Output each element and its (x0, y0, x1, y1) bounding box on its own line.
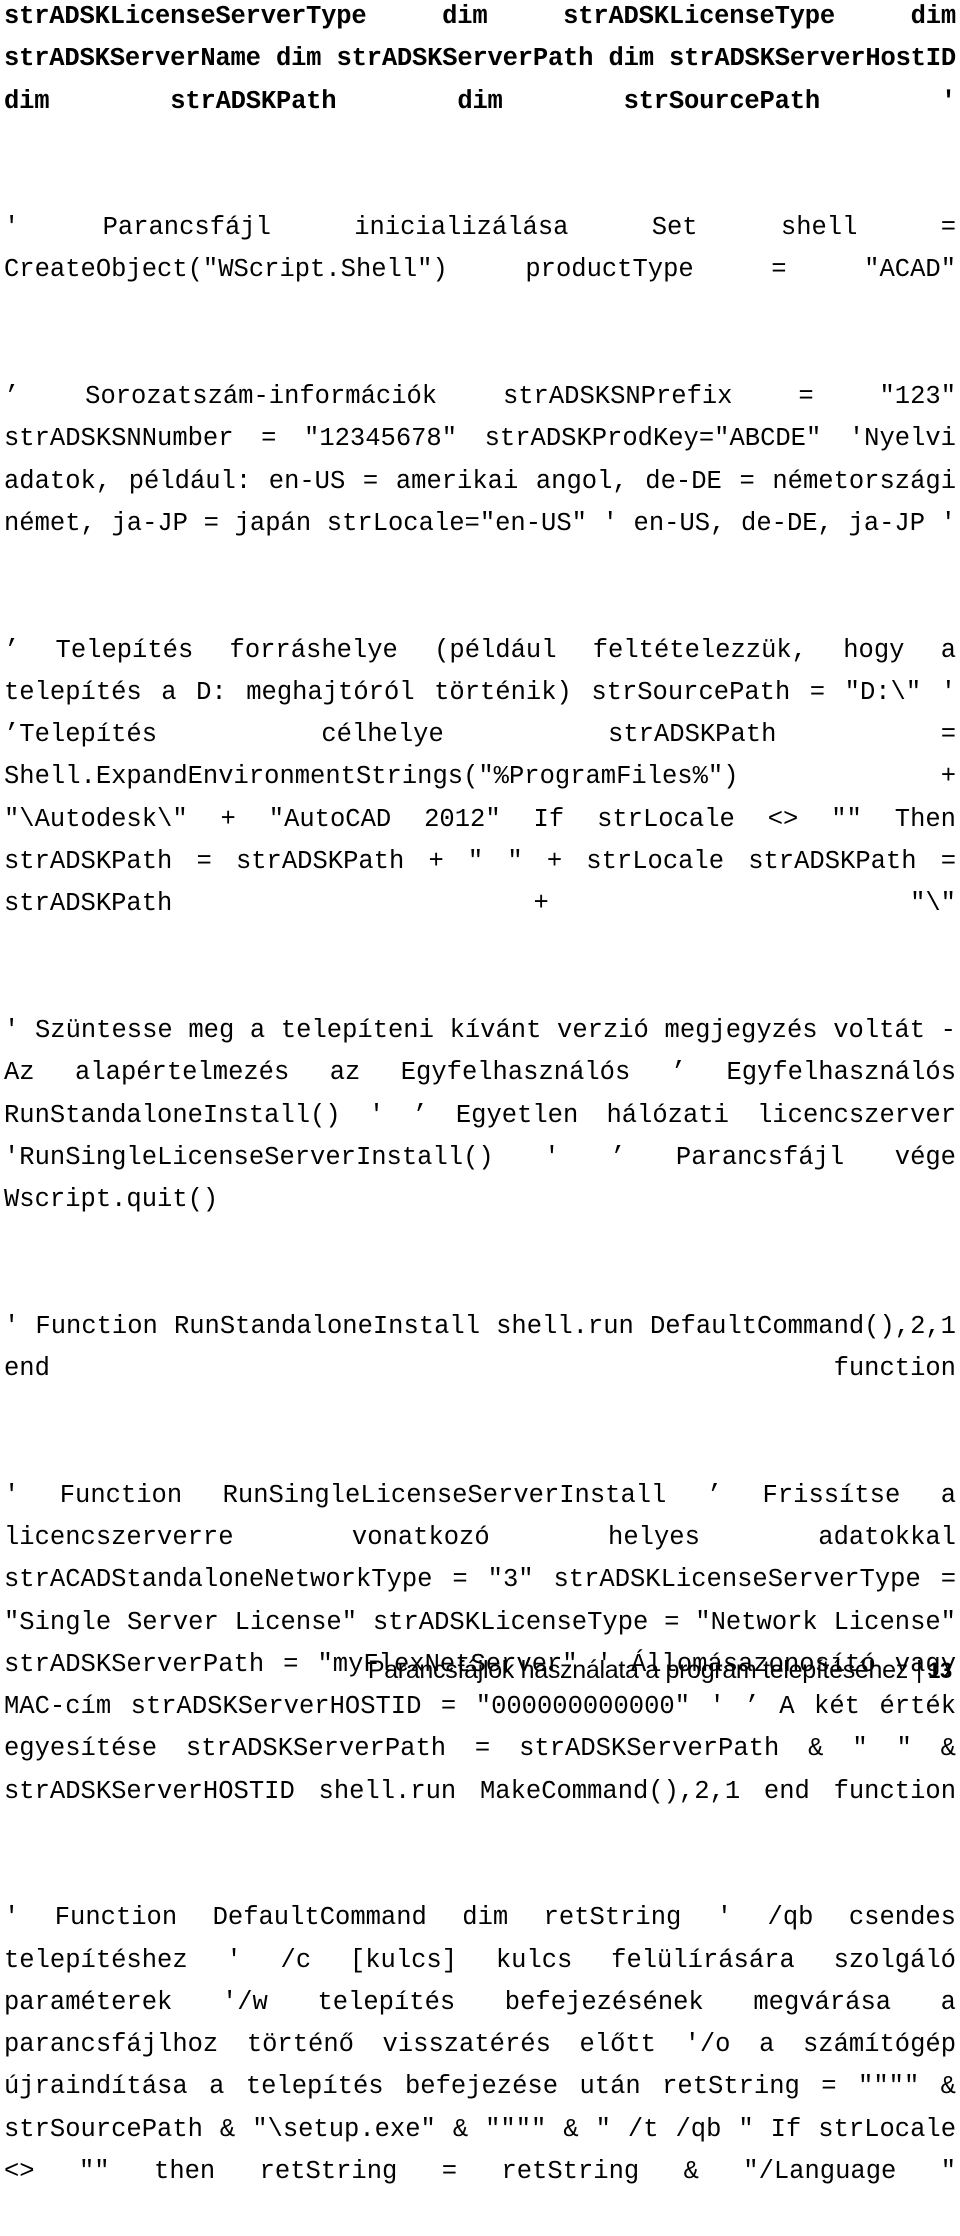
document-page: strADSKLicenseServerType dim strADSKLice… (0, 0, 960, 2186)
page-footer: Parancsfájlok használata a program telep… (0, 1655, 960, 1686)
code-block-default-command: ' Function DefaultCommand dim retString … (4, 1903, 956, 2187)
footer-separator: | (915, 1656, 923, 1684)
footer-section-title: Parancsfájlok használata a program telep… (367, 1656, 908, 1684)
code-listing-body: strADSKLicenseServerType dim strADSKLice… (4, 0, 956, 2236)
code-block-run-standalone-install: ' Function RunStandaloneInstall shell.ru… (4, 1311, 956, 1384)
code-block-dim-declarations: strADSKLicenseServerType dim strADSKLice… (4, 2, 956, 116)
code-block-serial-number-info: ’ Sorozatszám-információk strADSKSNPrefi… (4, 382, 956, 538)
code-block-uncomment-version: ' Szüntesse meg a telepíteni kívánt verz… (4, 1015, 956, 1215)
footer-page-number: 13 (928, 1658, 952, 1683)
code-block-install-source-and-target: ’ Telepítés forráshelye (például feltéte… (4, 635, 956, 919)
code-block-init-script: ' Parancsfájl inicializálása Set shell =… (4, 213, 956, 285)
